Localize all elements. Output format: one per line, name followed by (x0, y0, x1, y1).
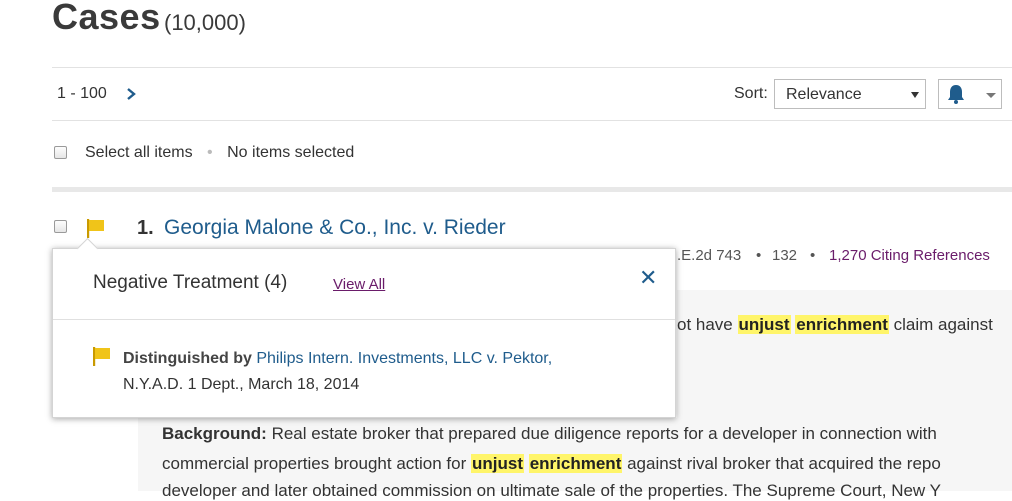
background-text: Real estate broker that prepared due dil… (266, 424, 937, 443)
snippet-text: ot have unjust enrichment claim against (677, 315, 993, 335)
background-line: developer and later obtained commission … (162, 481, 941, 500)
background-line: Background: Real estate broker that prep… (162, 424, 937, 444)
popup-title: Negative Treatment (4) (93, 272, 288, 293)
select-all-label[interactable]: Select all items (85, 144, 193, 161)
result-title-link[interactable]: Georgia Malone & Co., Inc. v. Rieder (164, 216, 506, 240)
result-count: (10,000) (164, 10, 246, 35)
search-highlight: unjust (737, 315, 791, 334)
citation: .E.2d 743 (677, 247, 742, 264)
sort-select[interactable]: Relevance (774, 79, 926, 109)
divider (52, 67, 1012, 68)
background-label: Background: (162, 424, 267, 443)
result-checkbox[interactable] (54, 220, 67, 233)
treatment-entry: Distinguished by Philips Intern. Investm… (123, 346, 552, 398)
background-text: commercial properties brought action for (162, 454, 471, 473)
treatment-court: N.Y.A.D. 1 Dept., March 18, 2014 (123, 376, 360, 393)
sort-label: Sort: (734, 85, 768, 102)
sort-dropdown-arrow-icon (911, 92, 919, 98)
chevron-down-icon[interactable] (986, 93, 996, 98)
search-highlight: enrichment (528, 454, 623, 473)
flag-icon[interactable] (85, 217, 107, 239)
selection-toolbar: Select all items • No items selected (85, 144, 354, 162)
separator-dot: • (207, 144, 213, 161)
negative-treatment-popup: Negative Treatment (4) View All ✕ Distin… (52, 248, 676, 418)
treatment-label: Distinguished by (123, 350, 252, 367)
result-number: 1. (137, 217, 154, 239)
background-text: against rival broker that acquired the r… (622, 454, 941, 473)
bell-icon (948, 85, 964, 104)
select-all-checkbox[interactable] (54, 146, 67, 159)
view-all-link[interactable]: View All (333, 276, 385, 293)
popup-divider (53, 319, 675, 320)
separator-dot: • (810, 247, 816, 264)
treatment-case-link[interactable]: Philips Intern. Investments, LLC v. Pekt… (256, 350, 552, 367)
chevron-right-icon[interactable] (124, 84, 138, 104)
search-highlight: enrichment (795, 315, 889, 334)
snippet-text-part: ot have (677, 315, 738, 334)
page-range: 1 - 100 (57, 85, 107, 102)
separator-dot: • (756, 247, 762, 264)
page-title: Cases (52, 0, 161, 37)
citing-references-link[interactable]: 1,270 Citing References (829, 247, 990, 264)
results-divider (52, 187, 1012, 192)
background-line: commercial properties brought action for… (162, 454, 941, 474)
selection-status: No items selected (227, 144, 355, 161)
search-highlight: unjust (470, 454, 524, 473)
snippet-text-part: claim against (888, 315, 993, 334)
flag-icon (93, 347, 110, 366)
close-icon[interactable]: ✕ (639, 265, 657, 291)
divider (52, 120, 1012, 121)
page-count: 132 (772, 247, 798, 264)
